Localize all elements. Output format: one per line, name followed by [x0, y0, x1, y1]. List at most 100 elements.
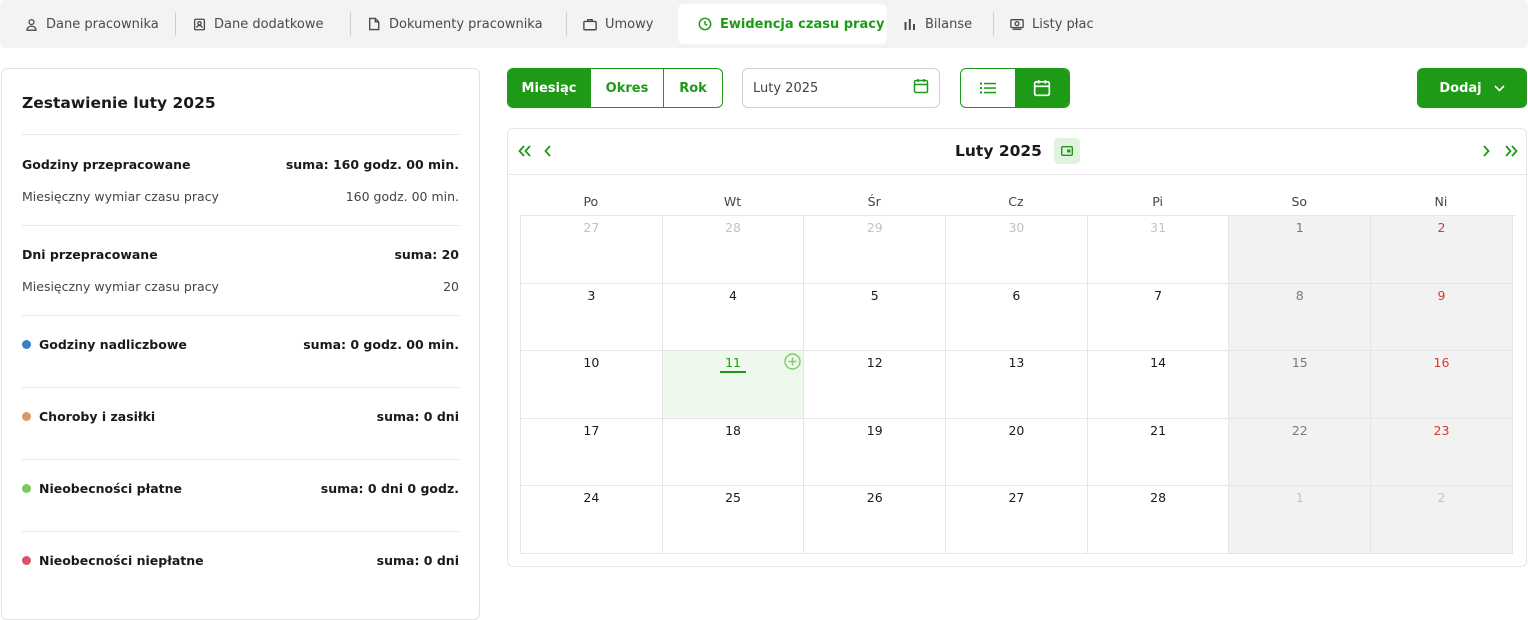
calendar-day-cell[interactable]: 31	[1087, 216, 1230, 284]
overtime-value: suma: 0 godz. 00 min.	[303, 337, 459, 352]
briefcase-icon	[583, 17, 597, 31]
divider	[22, 204, 459, 226]
day-number: 3	[587, 287, 596, 303]
weekday-label: Śr	[867, 194, 881, 209]
day-number: 28	[1150, 490, 1167, 506]
calendar-day-cell[interactable]: 1	[1229, 216, 1372, 284]
calendar-header: Luty 2025	[508, 129, 1526, 175]
calendar-day-cell[interactable]: 30	[946, 216, 1088, 284]
tab-dokumenty-pracownika[interactable]: Dokumenty pracownika	[351, 4, 566, 44]
calendar-grid: Po Wt Śr Cz Pi So Ni 27 28 29 30 31 1 2 3 4 5 6 7 8 9 10 11 12…	[520, 175, 1516, 554]
calendar-day-cell[interactable]: 23	[1371, 418, 1513, 487]
date-picker-input[interactable]: Luty 2025	[742, 68, 940, 108]
calendar-day-cell[interactable]: 27	[946, 486, 1088, 554]
day-number: 31	[1150, 220, 1167, 235]
calendar-week-row: 27 28 29 30 31 1 2	[521, 216, 1516, 284]
day-number: 10	[583, 355, 600, 371]
day-number: 11	[720, 355, 746, 374]
add-entry-icon[interactable]	[784, 353, 802, 370]
calendar-day-cell[interactable]: 28	[1087, 486, 1230, 554]
calendar-day-cell[interactable]: 8	[1229, 283, 1372, 352]
calendar-day-cell[interactable]: 29	[804, 216, 947, 284]
tab-ewidencja-czasu-pracy[interactable]: Ewidencja czasu pracy	[678, 4, 887, 44]
tab-dane-dodatkowe[interactable]: Dane dodatkowe	[176, 4, 350, 44]
calendar-week-row: 17 18 19 20 21 22 23	[521, 418, 1516, 487]
prev-month-icon[interactable]	[544, 142, 552, 161]
mode-month-button[interactable]: Miesiąc	[508, 69, 590, 107]
calendar-day-cell[interactable]: 17	[521, 418, 663, 487]
divider	[22, 496, 459, 532]
days-norm-row: Miesięczny wymiar czasu pracy 20	[22, 279, 459, 294]
mode-period-button[interactable]: Okres	[590, 69, 663, 107]
calendar-day-cell[interactable]: 9	[1371, 283, 1513, 352]
tab-listy-plac[interactable]: Listy płac	[994, 4, 1119, 44]
day-number: 2	[1437, 220, 1446, 235]
calendar-day-cell[interactable]: 16	[1371, 351, 1513, 419]
calendar-day-cell[interactable]: 13	[946, 351, 1088, 419]
calendar-weeks: 27 28 29 30 31 1 2 3 4 5 6 7 8 9 10 11 12 13 14 15 16 17 18 19 2…	[520, 215, 1516, 554]
paid-absence-dot-icon	[22, 484, 31, 493]
overtime-dot-icon	[22, 340, 31, 349]
day-number: 20	[1008, 422, 1025, 438]
calendar-title: Luty 2025	[955, 142, 1042, 160]
calendar-day-cell[interactable]: 4	[662, 283, 805, 352]
prev-year-icon[interactable]	[518, 142, 532, 161]
unpaid-absence-label: Nieobecności niepłatne	[39, 553, 204, 568]
sickness-value: suma: 0 dni	[376, 409, 459, 424]
weekday-label: Ni	[1434, 194, 1448, 209]
day-number: 15	[1291, 355, 1308, 371]
hours-worked-row: Godziny przepracowane suma: 160 godz. 00…	[22, 157, 459, 172]
calendar-day-cell[interactable]: 2	[1371, 216, 1513, 284]
tab-label: Dane pracownika	[46, 16, 159, 32]
calendar-day-cell[interactable]: 28	[662, 216, 805, 284]
calendar-day-cell[interactable]: 19	[804, 418, 947, 487]
calendar-day-cell[interactable]: 24	[521, 486, 663, 554]
calendar-day-cell[interactable]: 5	[804, 283, 947, 352]
weekday-label: Wt	[723, 194, 742, 209]
summary-title: Zestawienie luty 2025	[22, 94, 459, 135]
day-number: 21	[1150, 422, 1167, 438]
calendar-day-cell[interactable]: 22	[1229, 418, 1372, 487]
calendar-day-cell[interactable]: 11	[662, 351, 805, 419]
calendar-view-button[interactable]	[1015, 69, 1069, 107]
calendar-day-cell[interactable]: 15	[1229, 351, 1372, 419]
calendar-day-cell[interactable]: 12	[804, 351, 947, 419]
sickness-label: Choroby i zasiłki	[39, 409, 156, 424]
calendar-day-cell[interactable]: 20	[946, 418, 1088, 487]
unpaid-absence-value: suma: 0 dni	[376, 553, 459, 568]
add-button[interactable]: Dodaj	[1417, 68, 1527, 108]
view-toggle	[960, 68, 1070, 108]
hours-norm-value: 160 godz. 00 min.	[345, 189, 459, 204]
calendar-day-cell[interactable]: 26	[804, 486, 947, 554]
calendar-day-cell[interactable]: 2	[1371, 486, 1513, 554]
mode-year-button[interactable]: Rok	[663, 69, 722, 107]
payroll-icon	[1010, 17, 1024, 31]
calendar-day-cell[interactable]: 3	[521, 283, 663, 352]
calendar-day-cell[interactable]: 6	[946, 283, 1088, 352]
calendar-icon[interactable]	[913, 78, 929, 98]
calendar-day-cell[interactable]: 14	[1087, 351, 1230, 419]
calendar-day-cell[interactable]: 10	[521, 351, 663, 419]
calendar-day-cell[interactable]: 7	[1087, 283, 1230, 352]
next-month-icon[interactable]	[1482, 142, 1490, 161]
calendar-day-cell[interactable]: 1	[1229, 486, 1372, 554]
clock-icon	[698, 17, 712, 31]
list-view-button[interactable]	[961, 69, 1015, 107]
tab-dane-pracownika[interactable]: Dane pracownika	[8, 4, 175, 44]
calendar-day-cell[interactable]: 21	[1087, 418, 1230, 487]
day-number: 12	[866, 355, 883, 371]
next-year-icon[interactable]	[1504, 142, 1518, 161]
tab-bilanse[interactable]: Bilanse	[887, 4, 993, 44]
calendar-day-cell[interactable]: 25	[662, 486, 805, 554]
unpaid-absence-row: Nieobecności niepłatne suma: 0 dni	[22, 553, 459, 568]
day-number: 26	[866, 490, 883, 506]
day-number: 2	[1437, 490, 1446, 506]
paid-absence-value: suma: 0 dni 0 godz.	[320, 481, 459, 496]
calendar-day-cell[interactable]: 27	[521, 216, 663, 284]
weekday-label: Po	[583, 194, 599, 209]
calendar-week-row: 24 25 26 27 28 1 2	[521, 486, 1516, 554]
calendar-day-cell[interactable]: 18	[662, 418, 805, 487]
today-button[interactable]	[1054, 138, 1080, 164]
day-number: 4	[729, 287, 737, 303]
tab-umowy[interactable]: Umowy	[567, 4, 678, 44]
